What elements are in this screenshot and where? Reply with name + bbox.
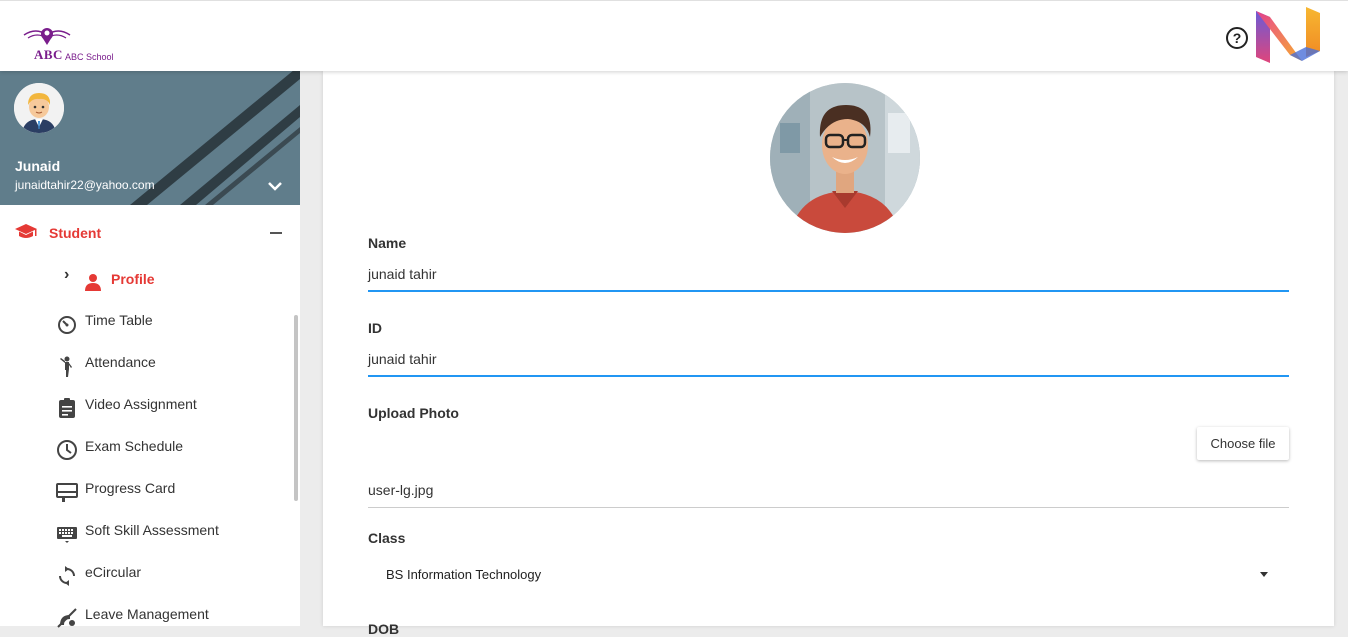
class-label: Class: [368, 530, 406, 546]
sidebar-item-time-table[interactable]: Time Table: [0, 301, 294, 343]
profile-form-card: Name junaid tahir ID junaid tahir Upload…: [323, 71, 1334, 637]
file-name-field: user-lg.jpg: [368, 474, 1289, 508]
dropdown-caret-icon: [1260, 572, 1268, 577]
graduation-cap-icon: [15, 224, 37, 238]
collapse-minus-icon[interactable]: [270, 232, 282, 234]
nav-group-label: Student: [49, 225, 102, 241]
profile-photo: [770, 83, 920, 233]
name-input[interactable]: junaid tahir: [368, 258, 1289, 292]
id-input[interactable]: junaid tahir: [368, 343, 1289, 377]
sidebar-item-leave-management[interactable]: Leave Management: [0, 595, 294, 637]
keyboard-icon: [57, 527, 77, 543]
help-icon[interactable]: ?: [1226, 27, 1248, 49]
name-label: Name: [368, 235, 407, 251]
sidebar-item-label: eCircular: [85, 564, 142, 580]
user-name: Junaid: [15, 158, 61, 174]
sidebar-item-label: Progress Card: [85, 480, 176, 496]
user-avatar[interactable]: [14, 83, 64, 133]
class-select-value: BS Information Technology: [386, 567, 542, 582]
school-logo[interactable]: ABC ABC School: [22, 25, 122, 65]
nav-group-student[interactable]: Student: [0, 205, 300, 259]
sidebar-item-attendance[interactable]: Attendance: [0, 343, 294, 385]
sidebar-item-profile[interactable]: › Profile: [0, 259, 300, 299]
clock-icon: [57, 440, 77, 460]
logo-abbr: ABC: [34, 47, 63, 62]
sidebar-item-progress-card[interactable]: Progress Card: [0, 469, 294, 511]
sidebar-item-label: Soft Skill Assessment: [85, 522, 219, 538]
sidebar-item-soft-skill-assessment[interactable]: Soft Skill Assessment: [0, 511, 294, 553]
clipboard-icon: [59, 398, 75, 418]
sidebar-item-label: Leave Management: [85, 606, 209, 622]
refresh-icon: [59, 566, 75, 586]
dob-label: DOB: [368, 621, 400, 637]
person-icon: [85, 274, 101, 291]
timer-icon: [58, 316, 76, 334]
upload-photo-label: Upload Photo: [368, 405, 459, 421]
card-icon: [56, 483, 78, 502]
id-label: ID: [368, 320, 382, 336]
sidebar-item-label: Attendance: [85, 354, 156, 370]
avatar-illustration-icon: [14, 83, 64, 133]
sidebar-item-label: Profile: [111, 271, 155, 287]
sidebar-item-label: Time Table: [85, 312, 153, 328]
user-panel: Junaid junaidtahir22@yahoo.com: [0, 71, 300, 205]
sidebar: Junaid junaidtahir22@yahoo.com Student ›…: [0, 71, 300, 628]
sidebar-scrollbar[interactable]: [294, 315, 298, 501]
brand-n-logo-icon: [1256, 7, 1320, 63]
logo-mark-icon: [23, 28, 71, 45]
profile-photo-illustration-icon: [770, 83, 920, 233]
chevron-right-icon: ›: [64, 266, 70, 283]
chevron-down-icon[interactable]: [268, 181, 282, 191]
sidebar-item-video-assignment[interactable]: Video Assignment: [0, 385, 294, 427]
top-bar: ABC ABC School ?: [0, 0, 1348, 71]
sidebar-item-label: Exam Schedule: [85, 438, 184, 454]
class-select[interactable]: BS Information Technology: [368, 556, 1289, 596]
sidebar-item-label: Video Assignment: [85, 396, 197, 412]
logo-name: ABC School: [65, 52, 114, 62]
sidebar-item-ecircular[interactable]: eCircular: [0, 553, 294, 595]
user-email: junaidtahir22@yahoo.com: [15, 178, 155, 192]
choose-file-button[interactable]: Choose file: [1197, 427, 1289, 460]
sidebar-item-exam-schedule[interactable]: Exam Schedule: [0, 427, 294, 469]
person-raise-hand-icon: [60, 356, 72, 377]
